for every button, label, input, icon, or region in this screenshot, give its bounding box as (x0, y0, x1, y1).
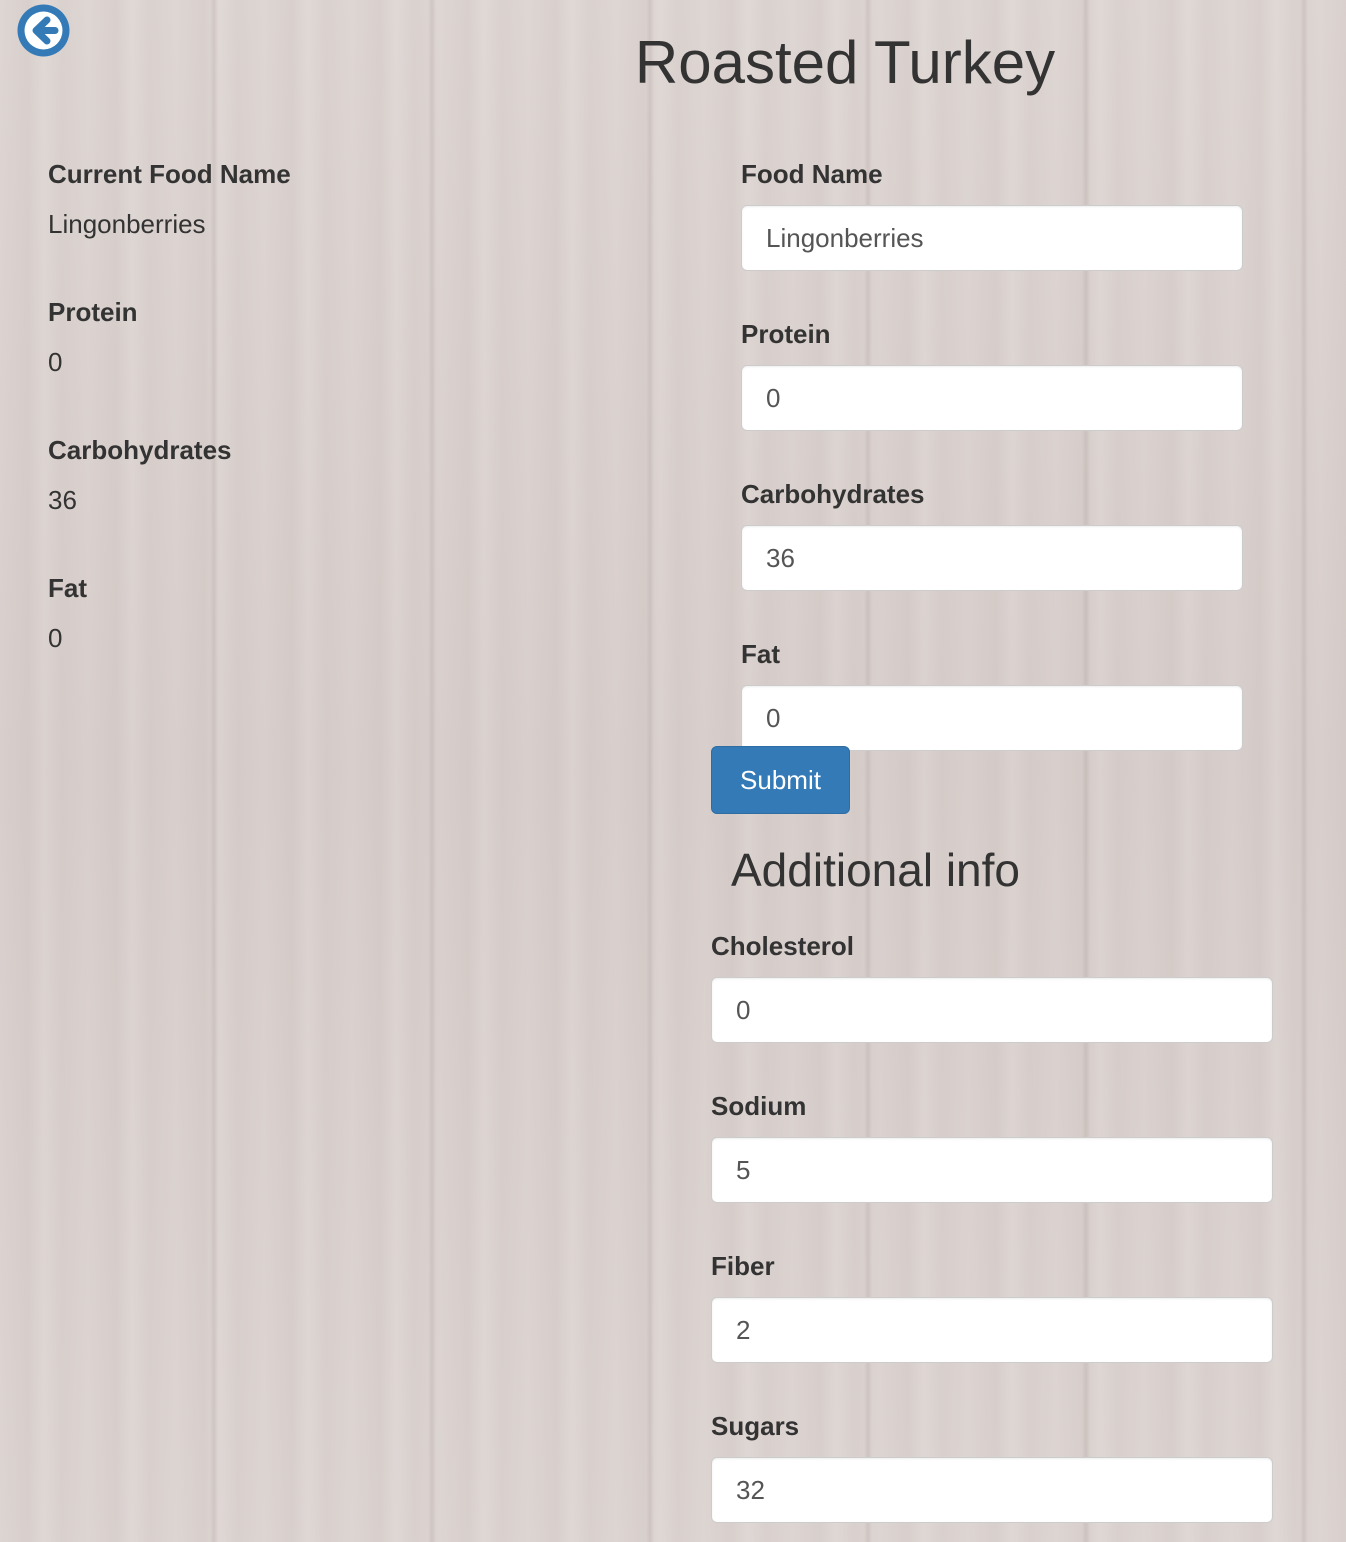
carbohydrates-label: Carbohydrates (741, 479, 925, 509)
current-protein-value: 0 (48, 347, 63, 377)
current-food-panel: Current Food Name Lingonberries Protein … (48, 155, 608, 657)
sugars-label: Sugars (711, 1411, 800, 1441)
sodium-input[interactable] (711, 1137, 1273, 1203)
fat-group: Fat (741, 635, 1243, 751)
current-fat-value: 0 (48, 623, 63, 653)
food-name-group: Food Name (741, 155, 1243, 271)
edit-food-form: Food Name Protein Carbohydrates Fat (741, 155, 1243, 751)
protein-label: Protein (741, 319, 831, 349)
protein-input[interactable] (741, 365, 1243, 431)
current-food-name-value: Lingonberries (48, 209, 206, 239)
current-protein-block: Protein 0 (48, 293, 608, 381)
food-name-input[interactable] (741, 205, 1243, 271)
carbohydrates-input[interactable] (741, 525, 1243, 591)
carbohydrates-group: Carbohydrates (741, 475, 1243, 591)
cholesterol-label: Cholesterol (711, 931, 855, 961)
current-food-name-label: Current Food Name (48, 159, 291, 189)
food-name-label: Food Name (741, 159, 883, 189)
protein-group: Protein (741, 315, 1243, 431)
cholesterol-input[interactable] (711, 977, 1273, 1043)
current-fat-label: Fat (48, 573, 87, 603)
cholesterol-group: Cholesterol (711, 927, 1273, 1043)
additional-info-title: Additional info (731, 844, 1020, 896)
current-food-name-block: Current Food Name Lingonberries (48, 155, 608, 243)
fiber-label: Fiber (711, 1251, 775, 1281)
sugars-input[interactable] (711, 1457, 1273, 1523)
submit-button[interactable]: Submit (711, 746, 850, 814)
sodium-group: Sodium (711, 1087, 1273, 1203)
sugars-group: Sugars (711, 1407, 1273, 1523)
current-carbohydrates-value: 36 (48, 485, 77, 515)
fat-input[interactable] (741, 685, 1243, 751)
current-carbohydrates-block: Carbohydrates 36 (48, 431, 608, 519)
current-protein-label: Protein (48, 297, 138, 327)
fiber-input[interactable] (711, 1297, 1273, 1363)
additional-info-form: Cholesterol Sodium Fiber Sugars (711, 927, 1273, 1523)
page-title: Roasted Turkey (634, 29, 1056, 96)
current-fat-block: Fat 0 (48, 569, 608, 657)
fat-label: Fat (741, 639, 780, 669)
current-carbohydrates-label: Carbohydrates (48, 435, 232, 465)
sodium-label: Sodium (711, 1091, 807, 1121)
fiber-group: Fiber (711, 1247, 1273, 1363)
